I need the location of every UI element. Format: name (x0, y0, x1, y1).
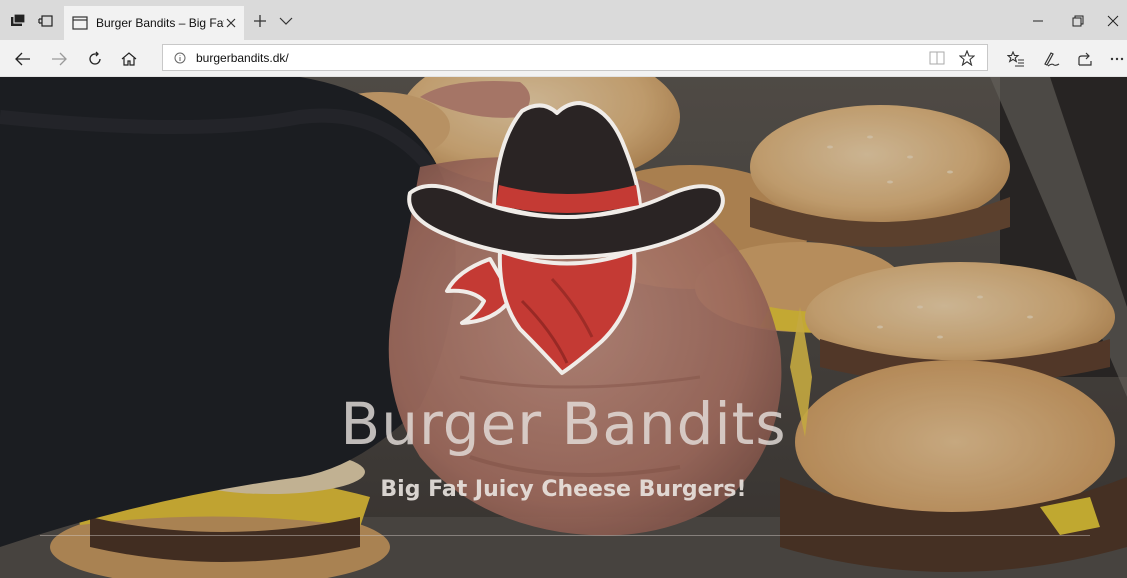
hero-divider (40, 535, 1090, 536)
site-title: Burger Bandits (340, 390, 787, 458)
bandit-hat-logo (407, 101, 725, 375)
more-icon[interactable] (1108, 48, 1126, 70)
tab-title: Burger Bandits – Big Fat (96, 16, 224, 30)
star-icon[interactable] (957, 49, 977, 67)
share-icon[interactable] (1074, 48, 1096, 70)
chevron-down-icon[interactable] (276, 11, 296, 31)
favorites-list-icon[interactable] (1005, 48, 1027, 70)
plus-icon[interactable] (250, 11, 270, 31)
site-tagline: Big Fat Juicy Cheese Burgers! (380, 477, 747, 502)
refresh-icon[interactable] (84, 48, 106, 70)
close-icon[interactable] (222, 14, 240, 32)
info-icon[interactable] (172, 50, 188, 66)
url-text[interactable]: burgerbandits.dk/ (196, 51, 289, 65)
browser-window: Burger Bandits – Big Fat burgerbandits.d… (0, 0, 1127, 578)
page-icon (72, 15, 88, 31)
restore-icon[interactable] (1060, 8, 1096, 34)
tab-preview-icon[interactable] (36, 11, 56, 31)
minimize-icon[interactable] (1020, 8, 1056, 34)
reading-view-icon[interactable] (927, 49, 947, 67)
navigation-bar: burgerbandits.dk/ (0, 40, 1127, 77)
arrow-right-icon[interactable] (48, 48, 70, 70)
page-content: Burger Bandits Big Fat Juicy Cheese Burg… (0, 77, 1127, 578)
pen-icon[interactable] (1040, 48, 1062, 70)
active-tab[interactable]: Burger Bandits – Big Fat (64, 6, 244, 40)
bandana (497, 249, 637, 375)
home-icon[interactable] (118, 48, 140, 70)
close-window-icon[interactable] (1098, 8, 1127, 34)
address-bar[interactable]: burgerbandits.dk/ (162, 44, 988, 71)
set-aside-tabs-icon[interactable] (8, 11, 28, 31)
arrow-left-icon[interactable] (12, 48, 34, 70)
tab-strip: Burger Bandits – Big Fat (0, 0, 1127, 40)
